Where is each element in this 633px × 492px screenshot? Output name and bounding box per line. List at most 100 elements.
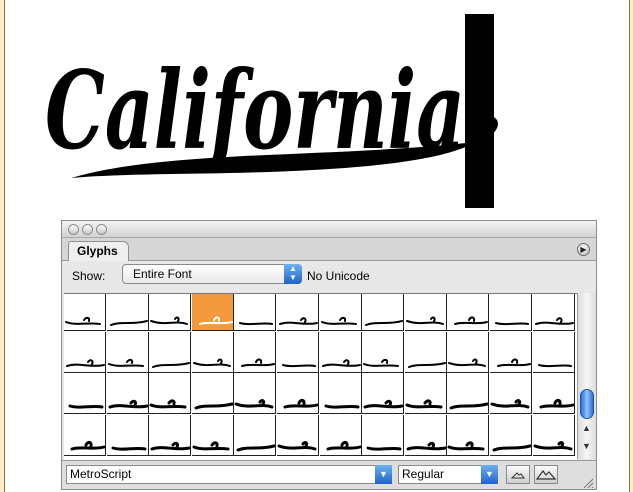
glyph-preview bbox=[408, 362, 446, 368]
glyph-preview bbox=[150, 441, 191, 451]
scroll-up-icon[interactable]: ▲ bbox=[582, 423, 591, 433]
glyph-cell[interactable] bbox=[362, 332, 404, 373]
glyph-cell[interactable] bbox=[64, 294, 106, 331]
minimize-window-icon[interactable] bbox=[82, 224, 93, 235]
glyph-preview bbox=[68, 404, 104, 409]
glyph-preview bbox=[539, 399, 575, 409]
show-row: Show: Entire Font ▲ ▼ No Unicode bbox=[62, 261, 596, 291]
glyph-preview bbox=[321, 316, 357, 325]
glyph-preview bbox=[111, 446, 147, 451]
glyph-cell[interactable] bbox=[533, 415, 575, 456]
glyph-preview bbox=[108, 358, 144, 367]
glyph-cell[interactable] bbox=[192, 415, 234, 456]
glyph-preview bbox=[149, 399, 187, 409]
glyph-preview bbox=[108, 399, 149, 409]
glyph-preview bbox=[239, 322, 273, 326]
glyph-cell[interactable] bbox=[234, 332, 276, 373]
glyph-preview bbox=[110, 320, 148, 326]
glyph-cell[interactable] bbox=[362, 294, 404, 331]
glyph-cell[interactable] bbox=[192, 332, 234, 373]
font-family-value: MetroScript bbox=[70, 467, 132, 481]
glyph-cell[interactable] bbox=[107, 294, 149, 331]
glyph-cell[interactable] bbox=[192, 373, 234, 414]
resize-grip-icon[interactable] bbox=[582, 477, 594, 489]
glyph-cell[interactable] bbox=[362, 373, 404, 414]
glyph-cell[interactable] bbox=[490, 294, 532, 331]
glyph-preview bbox=[66, 359, 105, 367]
scroll-down-icon[interactable]: ▼ bbox=[582, 441, 591, 451]
glyph-preview bbox=[365, 320, 403, 326]
glyph-cell[interactable] bbox=[405, 332, 447, 373]
glyph-preview bbox=[449, 402, 489, 410]
vertical-scrollbar[interactable]: ▲ ▼ bbox=[577, 293, 596, 459]
glyph-cell[interactable] bbox=[149, 294, 191, 331]
glyph-cell[interactable] bbox=[533, 373, 575, 414]
glyph-cell[interactable] bbox=[277, 332, 319, 373]
glyph-cell[interactable] bbox=[149, 332, 191, 373]
glyph-preview bbox=[241, 358, 275, 367]
glyph-grid[interactable] bbox=[64, 293, 577, 460]
glyph-cell[interactable] bbox=[234, 415, 276, 456]
show-select[interactable]: Entire Font ▲ ▼ bbox=[122, 264, 302, 284]
glyphs-panel: Glyphs ▶ Show: Entire Font ▲ ▼ No Unicode… bbox=[61, 220, 597, 490]
glyph-cell[interactable] bbox=[149, 373, 191, 414]
glyph-cell[interactable] bbox=[64, 415, 106, 456]
glyph-cell[interactable] bbox=[490, 415, 532, 456]
glyph-preview bbox=[282, 364, 316, 368]
glyph-preview bbox=[324, 404, 360, 409]
zoom-window-icon[interactable] bbox=[96, 224, 107, 235]
glyph-cell[interactable] bbox=[533, 332, 575, 373]
glyph-cell[interactable] bbox=[107, 373, 149, 414]
glyph-cell[interactable] bbox=[405, 294, 447, 331]
glyph-cell[interactable] bbox=[447, 373, 489, 414]
tab-glyphs[interactable]: Glyphs bbox=[68, 241, 129, 261]
glyph-cell[interactable] bbox=[64, 373, 106, 414]
glyph-cell[interactable] bbox=[320, 332, 362, 373]
glyph-preview bbox=[150, 316, 188, 325]
show-select-value: Entire Font bbox=[133, 267, 192, 281]
glyph-preview bbox=[447, 441, 485, 451]
scrollbar-thumb[interactable] bbox=[580, 389, 594, 419]
glyph-preview bbox=[152, 362, 190, 368]
glyph-preview bbox=[366, 446, 402, 451]
glyph-cell[interactable] bbox=[405, 373, 447, 414]
glyph-preview bbox=[406, 316, 444, 325]
unicode-readout: No Unicode bbox=[307, 269, 370, 283]
zoom-in-button[interactable] bbox=[534, 465, 558, 484]
panel-menu-icon[interactable]: ▶ bbox=[577, 243, 590, 256]
glyph-cell[interactable] bbox=[277, 373, 319, 414]
glyph-cell[interactable] bbox=[234, 373, 276, 414]
glyph-cell[interactable] bbox=[277, 294, 319, 331]
glyph-cell[interactable] bbox=[64, 332, 106, 373]
glyph-cell[interactable] bbox=[234, 294, 276, 331]
font-style-field[interactable]: Regular ▼ bbox=[398, 465, 498, 484]
glyph-cell[interactable] bbox=[490, 332, 532, 373]
glyph-cell[interactable] bbox=[277, 415, 319, 456]
glyph-cell[interactable] bbox=[107, 332, 149, 373]
close-window-icon[interactable] bbox=[68, 224, 79, 235]
glyph-cell[interactable] bbox=[447, 294, 489, 331]
glyph-cell[interactable] bbox=[447, 332, 489, 373]
glyph-cell[interactable] bbox=[149, 415, 191, 456]
chevron-down-icon[interactable]: ▼ bbox=[481, 465, 498, 484]
glyph-cell[interactable] bbox=[107, 415, 149, 456]
glyph-cell[interactable] bbox=[320, 415, 362, 456]
glyph-cell[interactable] bbox=[192, 294, 234, 331]
glyph-cell[interactable] bbox=[490, 373, 532, 414]
glyph-preview bbox=[448, 358, 486, 367]
glyph-preview bbox=[192, 441, 230, 451]
glyph-preview bbox=[326, 441, 362, 451]
glyph-cell[interactable] bbox=[362, 415, 404, 456]
chevron-down-icon[interactable]: ▼ bbox=[375, 465, 392, 484]
glyph-cell[interactable] bbox=[320, 373, 362, 414]
glyph-cell[interactable] bbox=[447, 415, 489, 456]
show-label: Show: bbox=[72, 269, 106, 283]
glyph-preview bbox=[406, 441, 447, 451]
glyph-cell[interactable] bbox=[320, 294, 362, 331]
glyph-preview bbox=[65, 316, 101, 325]
zoom-out-button[interactable] bbox=[506, 465, 530, 484]
large-mountain-icon bbox=[535, 470, 557, 480]
glyph-cell[interactable] bbox=[533, 294, 575, 331]
glyph-cell[interactable] bbox=[405, 415, 447, 456]
font-family-field[interactable]: MetroScript ▼ bbox=[66, 465, 392, 484]
